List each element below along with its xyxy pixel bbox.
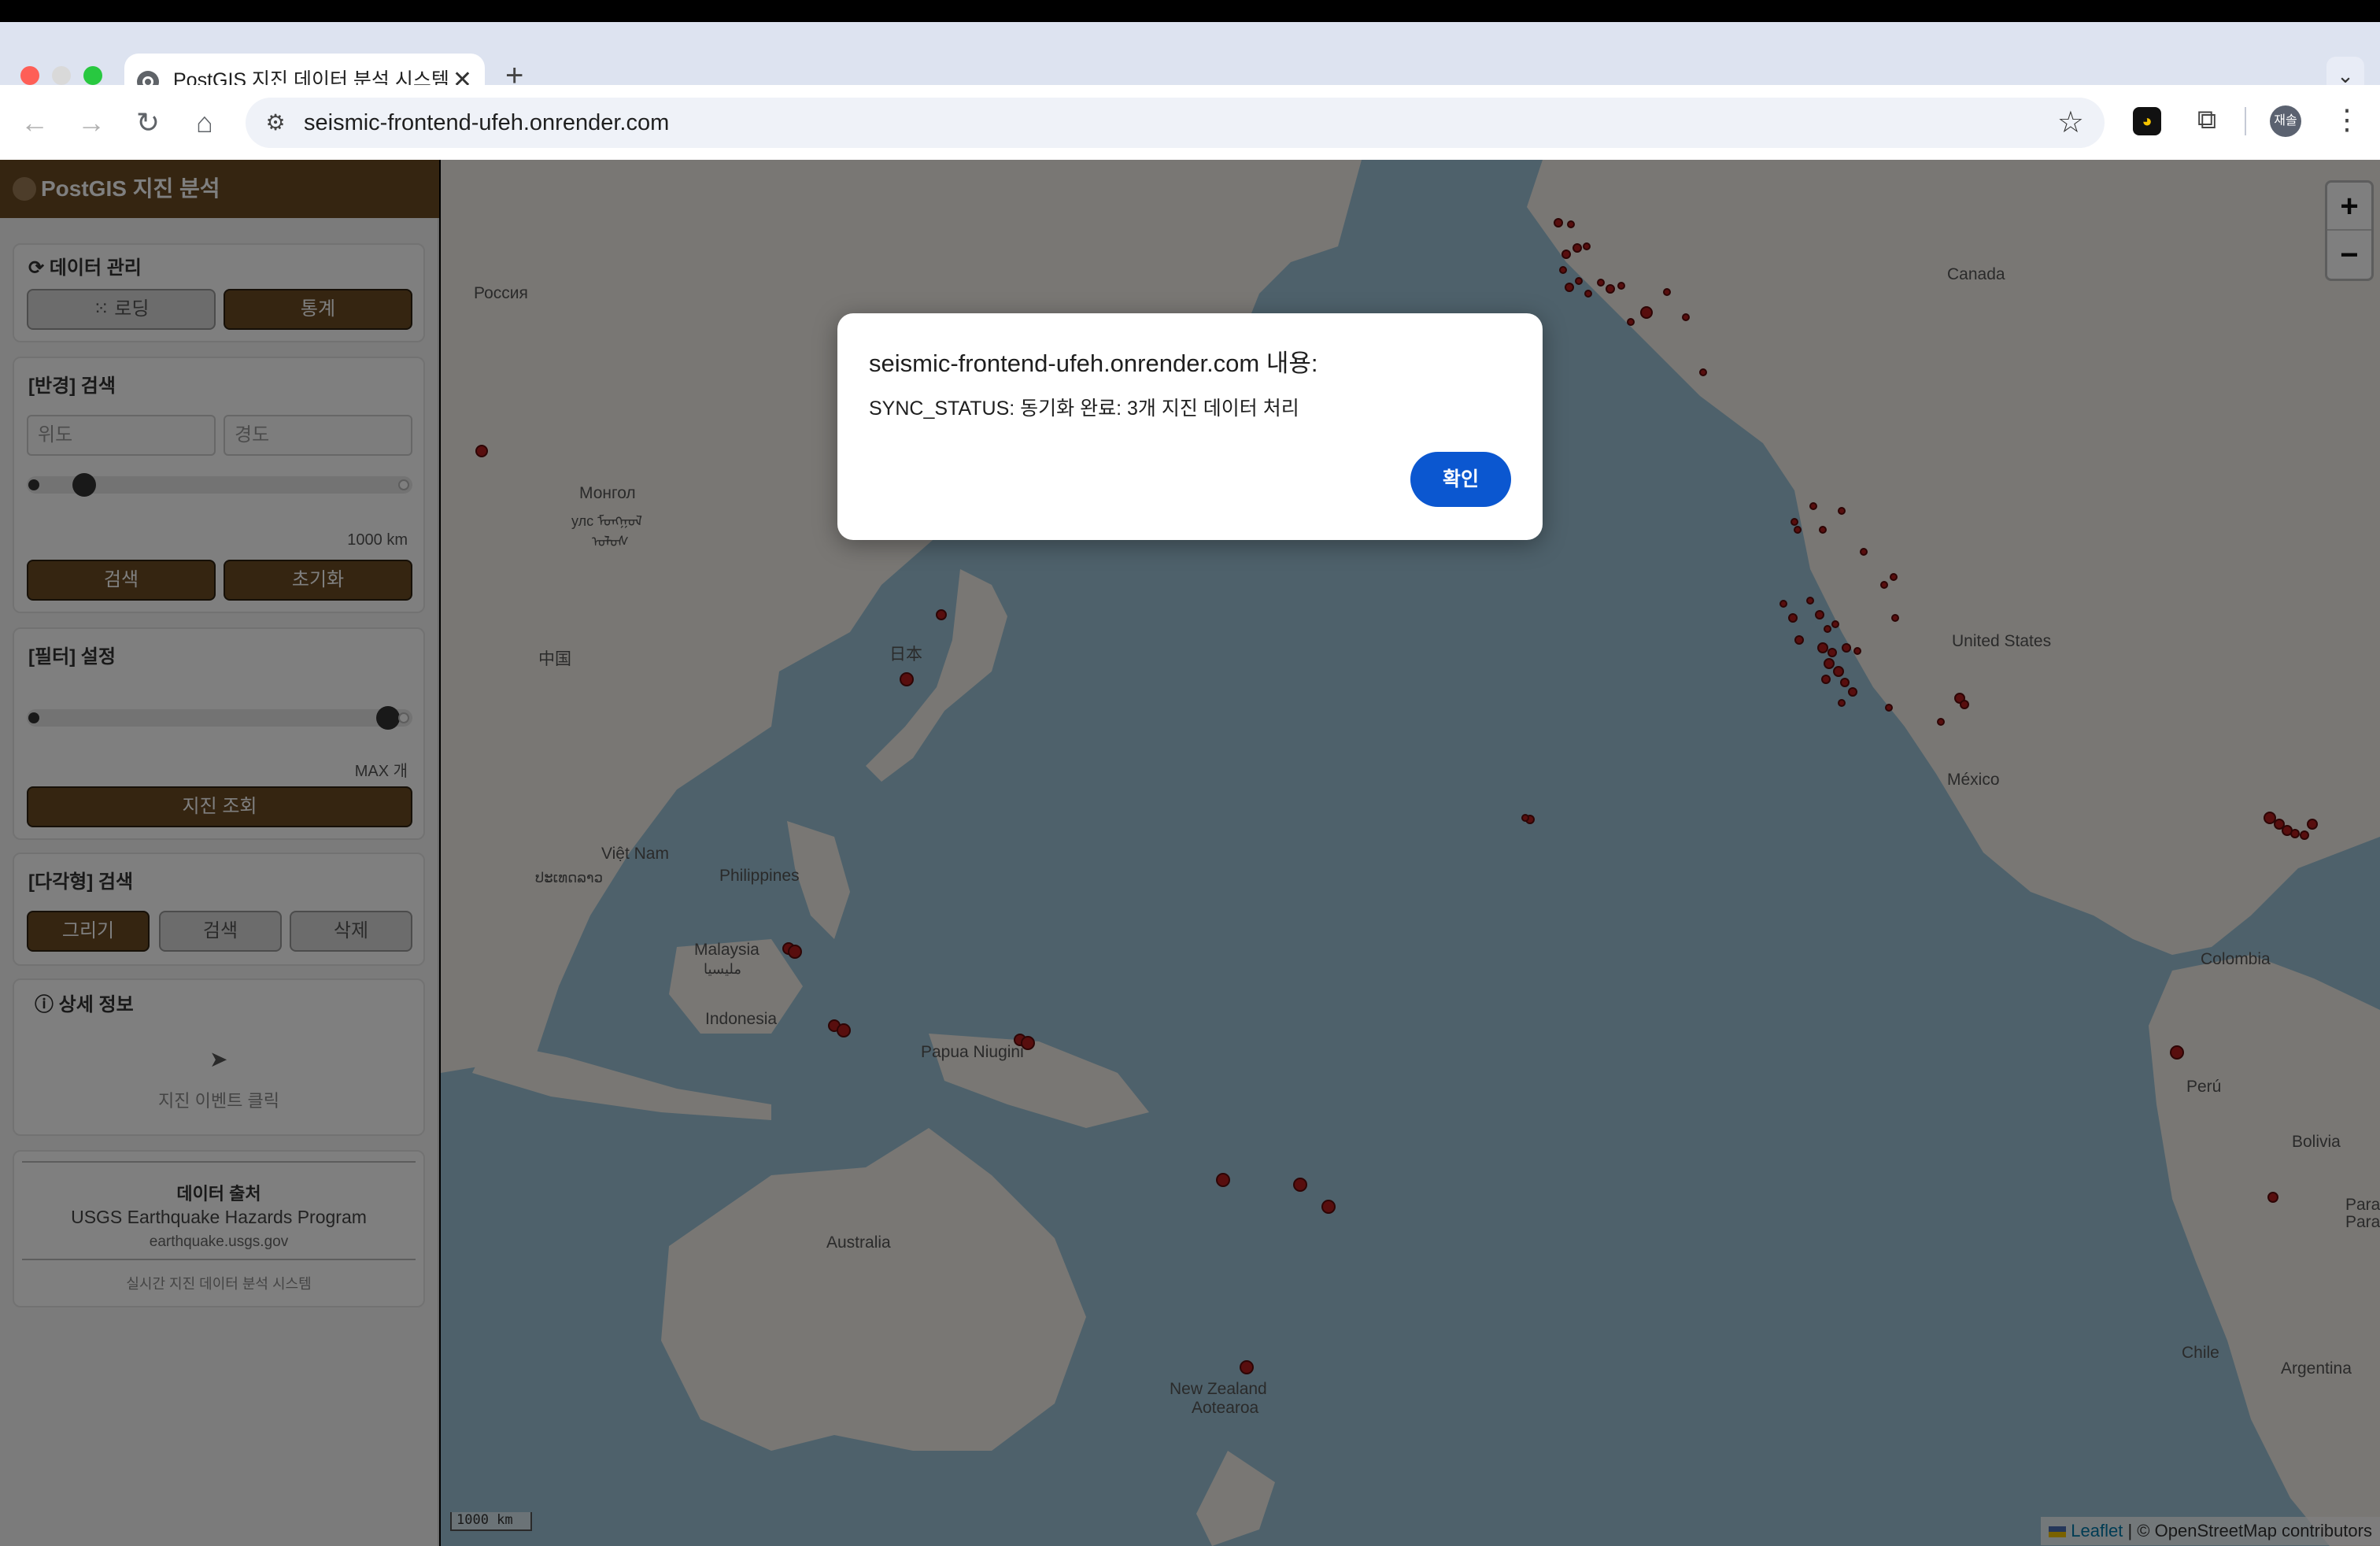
dialog-ok-button[interactable]: 확인 [1410, 452, 1511, 507]
extension-icon[interactable]: ◕ [2133, 107, 2161, 135]
minimize-window-button[interactable] [52, 66, 71, 85]
site-info-icon[interactable]: ⚙ [261, 109, 290, 137]
menu-bar [0, 0, 2380, 22]
tab-strip: PostGIS 지진 데이터 분석 시스템 ✕ + ⌄ [0, 22, 2380, 109]
alert-dialog: seismic-frontend-ufeh.onrender.com 내용: S… [837, 313, 1543, 540]
close-window-button[interactable] [20, 66, 39, 85]
puzzle-icon[interactable]: ⧉ [2190, 102, 2224, 137]
dialog-message: SYNC_STATUS: 동기화 완료: 3개 지진 데이터 처리 [869, 398, 1299, 420]
dialog-title: seismic-frontend-ufeh.onrender.com 내용: [869, 350, 1318, 377]
toolbar-divider [2245, 107, 2246, 135]
page-viewport: PostGIS 지진 분석 ⟳ 데이터 관리 ⁙ 로딩 통계 [반경] 검색 위… [0, 160, 2380, 1546]
back-icon[interactable]: ← [17, 105, 52, 140]
menu-dots-icon[interactable]: ⋮ [2331, 102, 2363, 137]
browser-toolbar: ← → ↻ ⌂ ⚙ seismic-frontend-ufeh.onrender… [0, 85, 2380, 160]
maximize-window-button[interactable] [83, 66, 102, 85]
bookmark-star-icon[interactable]: ☆ [2057, 104, 2084, 142]
forward-icon[interactable]: → [74, 105, 109, 140]
reload-icon[interactable]: ↻ [131, 105, 165, 140]
home-icon[interactable]: ⌂ [187, 105, 222, 140]
profile-avatar[interactable]: 재솔 [2270, 105, 2301, 137]
url-text[interactable]: seismic-frontend-ufeh.onrender.com [304, 98, 669, 148]
address-bar[interactable]: ⚙ seismic-frontend-ufeh.onrender.com ☆ [246, 98, 2105, 148]
